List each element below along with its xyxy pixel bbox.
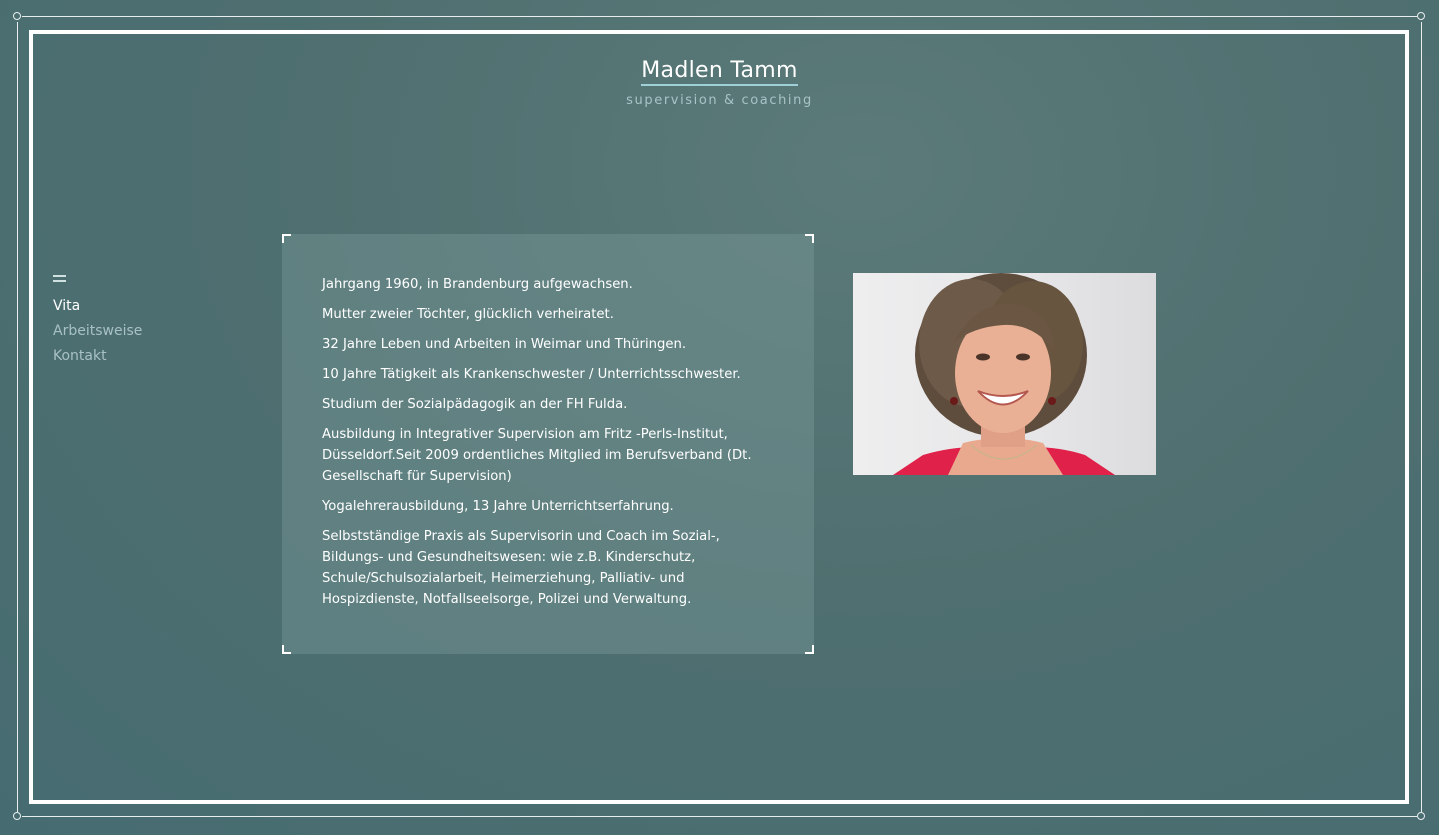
nav-item-vita[interactable]: Vita <box>53 294 142 319</box>
portrait-illustration <box>893 273 1115 475</box>
portrait-photo <box>853 273 1156 475</box>
corner-bracket-icon <box>805 234 814 243</box>
corner-bracket-icon <box>805 645 814 654</box>
site-title: Madlen Tamm <box>0 58 1439 86</box>
outer-frame-right-line <box>1421 22 1422 812</box>
outer-frame-top-line <box>22 16 1417 17</box>
site-title-link[interactable]: Madlen Tamm <box>641 58 798 86</box>
vita-paragraph: 32 Jahre Leben und Arbeiten in Weimar un… <box>322 337 687 352</box>
corner-bracket-icon <box>282 645 291 654</box>
outer-frame-left-line <box>17 22 18 812</box>
site-tagline: supervision & coaching <box>626 93 813 108</box>
vita-paragraph: Jahrgang 1960, in Brandenburg aufgewachs… <box>322 277 633 292</box>
corner-circle-icon <box>13 812 21 820</box>
vita-paragraph: 10 Jahre Tätigkeit als Krankenschwester … <box>322 367 741 382</box>
vita-paragraph: Selbstständige Praxis als Supervisorin u… <box>322 529 720 607</box>
side-nav: Vita Arbeitsweise Kontakt <box>53 274 142 369</box>
nav-item-kontakt[interactable]: Kontakt <box>53 344 142 369</box>
corner-circle-icon <box>1417 812 1425 820</box>
vita-paragraph: Yogalehrerausbildung, 13 Jahre Unterrich… <box>322 499 674 514</box>
corner-circle-icon <box>1417 12 1425 20</box>
hamburger-menu-icon[interactable] <box>53 274 66 282</box>
vita-paragraph: Ausbildung in Integrativer Supervision a… <box>322 427 752 484</box>
nav-item-arbeitsweise[interactable]: Arbeitsweise <box>53 319 142 344</box>
corner-bracket-icon <box>282 234 291 243</box>
vita-paragraph: Mutter zweier Töchter, glücklich verheir… <box>322 307 614 322</box>
corner-circle-icon <box>13 12 21 20</box>
vita-paragraph: Studium der Sozialpädagogik an der FH Fu… <box>322 397 628 412</box>
outer-frame-bottom-line <box>22 816 1417 817</box>
vita-content-box: Jahrgang 1960, in Brandenburg aufgewachs… <box>282 234 814 654</box>
